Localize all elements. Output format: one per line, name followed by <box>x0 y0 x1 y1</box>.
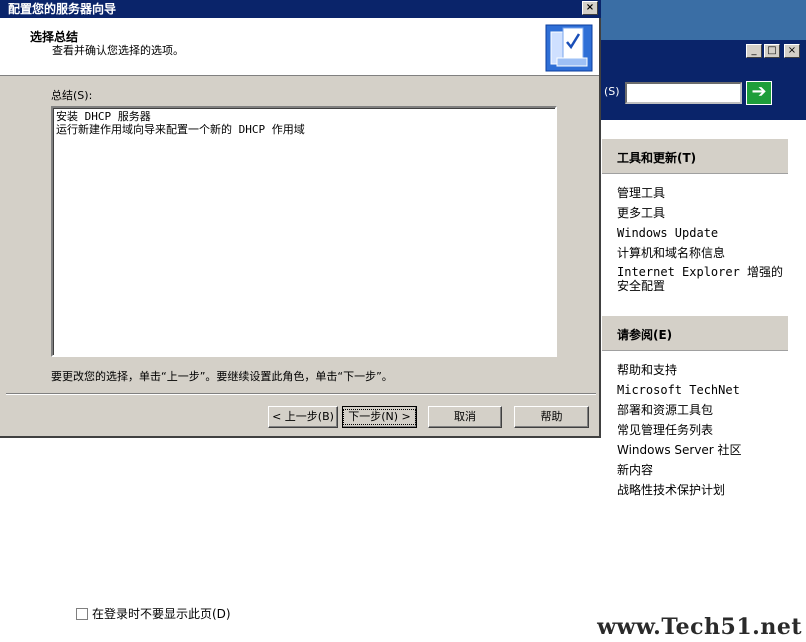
minimize-button[interactable]: _ <box>746 44 762 58</box>
instruction-text: 要更改您的选择，单击“上一步”。要继续设置此角色，单击“下一步”。 <box>51 370 393 383</box>
see-also-link[interactable]: 部署和资源工具包 <box>617 400 788 420</box>
tools-pane: 工具和更新(T) 管理工具 更多工具 Windows Update 计算机和域名… <box>602 138 788 298</box>
tools-link[interactable]: 更多工具 <box>617 203 788 223</box>
configure-server-wizard: 配置您的服务器向导 × 选择总结 查看并确认您选择的选项。 总结(S): 安装 … <box>0 0 601 438</box>
watermark: www.Tech51.net <box>597 614 802 640</box>
wizard-titlebar: 配置您的服务器向导 × <box>0 0 601 18</box>
summary-line: 安装 DHCP 服务器 <box>56 110 151 123</box>
arrow-right-icon: ➔ <box>751 81 767 102</box>
back-button[interactable]: < 上一步(B) <box>268 406 338 428</box>
wizard-header: 选择总结 查看并确认您选择的选项。 <box>0 18 599 76</box>
wizard-subheading: 查看并确认您选择的选项。 <box>52 44 184 57</box>
search-input[interactable] <box>625 82 742 104</box>
see-also-link[interactable]: 新内容 <box>617 460 788 480</box>
see-also-link[interactable]: Microsoft TechNet <box>617 380 788 400</box>
see-also-pane-title: 请参阅(E) <box>602 315 788 351</box>
see-also-list: 帮助和支持 Microsoft TechNet 部署和资源工具包 常见管理任务列… <box>602 351 788 500</box>
tools-link[interactable]: Internet Explorer 增强的安全配置 <box>617 263 788 297</box>
close-button[interactable]: × <box>784 44 800 58</box>
button-separator <box>6 393 596 395</box>
next-button[interactable]: 下一步(N) > <box>342 406 417 428</box>
cancel-button[interactable]: 取消 <box>428 406 502 428</box>
tools-link[interactable]: 计算机和域名称信息 <box>617 243 788 263</box>
see-also-link[interactable]: Windows Server 社区 <box>617 440 788 460</box>
server-config-icon <box>545 24 593 72</box>
tools-link[interactable]: 管理工具 <box>617 183 788 203</box>
wizard-title: 配置您的服务器向导 <box>8 2 117 16</box>
see-also-link[interactable]: 战略性技术保护计划 <box>617 480 788 500</box>
see-also-link[interactable]: 常见管理任务列表 <box>617 420 788 440</box>
wizard-close-button[interactable]: × <box>582 1 598 15</box>
tools-link[interactable]: Windows Update <box>617 223 788 243</box>
close-icon: × <box>585 2 595 13</box>
dont-show-checkbox[interactable] <box>76 607 88 620</box>
tools-pane-title: 工具和更新(T) <box>602 138 788 174</box>
see-also-link[interactable]: 帮助和支持 <box>617 360 788 380</box>
help-button[interactable]: 帮助 <box>514 406 589 428</box>
summary-label: 总结(S): <box>51 89 93 102</box>
see-also-pane: 请参阅(E) 帮助和支持 Microsoft TechNet 部署和资源工具包 … <box>602 315 788 505</box>
manage-server-titlebar: _ □ × <box>598 40 806 64</box>
search-go-button[interactable]: ➔ <box>746 81 772 105</box>
dont-show-label: 在登录时不要显示此页(D) <box>92 607 231 621</box>
summary-textbox[interactable]: 安装 DHCP 服务器 运行新建作用域向导来配置一个新的 DHCP 作用域 <box>51 106 557 357</box>
summary-line: 运行新建作用域向导来配置一个新的 DHCP 作用域 <box>56 123 305 136</box>
search-label: (S) <box>604 85 620 98</box>
dont-show-checkbox-row[interactable]: 在登录时不要显示此页(D) <box>76 605 231 622</box>
next-button-label: 下一步(N) > <box>343 409 416 425</box>
maximize-button[interactable]: □ <box>764 44 780 58</box>
tools-list: 管理工具 更多工具 Windows Update 计算机和域名称信息 Inter… <box>602 174 788 297</box>
